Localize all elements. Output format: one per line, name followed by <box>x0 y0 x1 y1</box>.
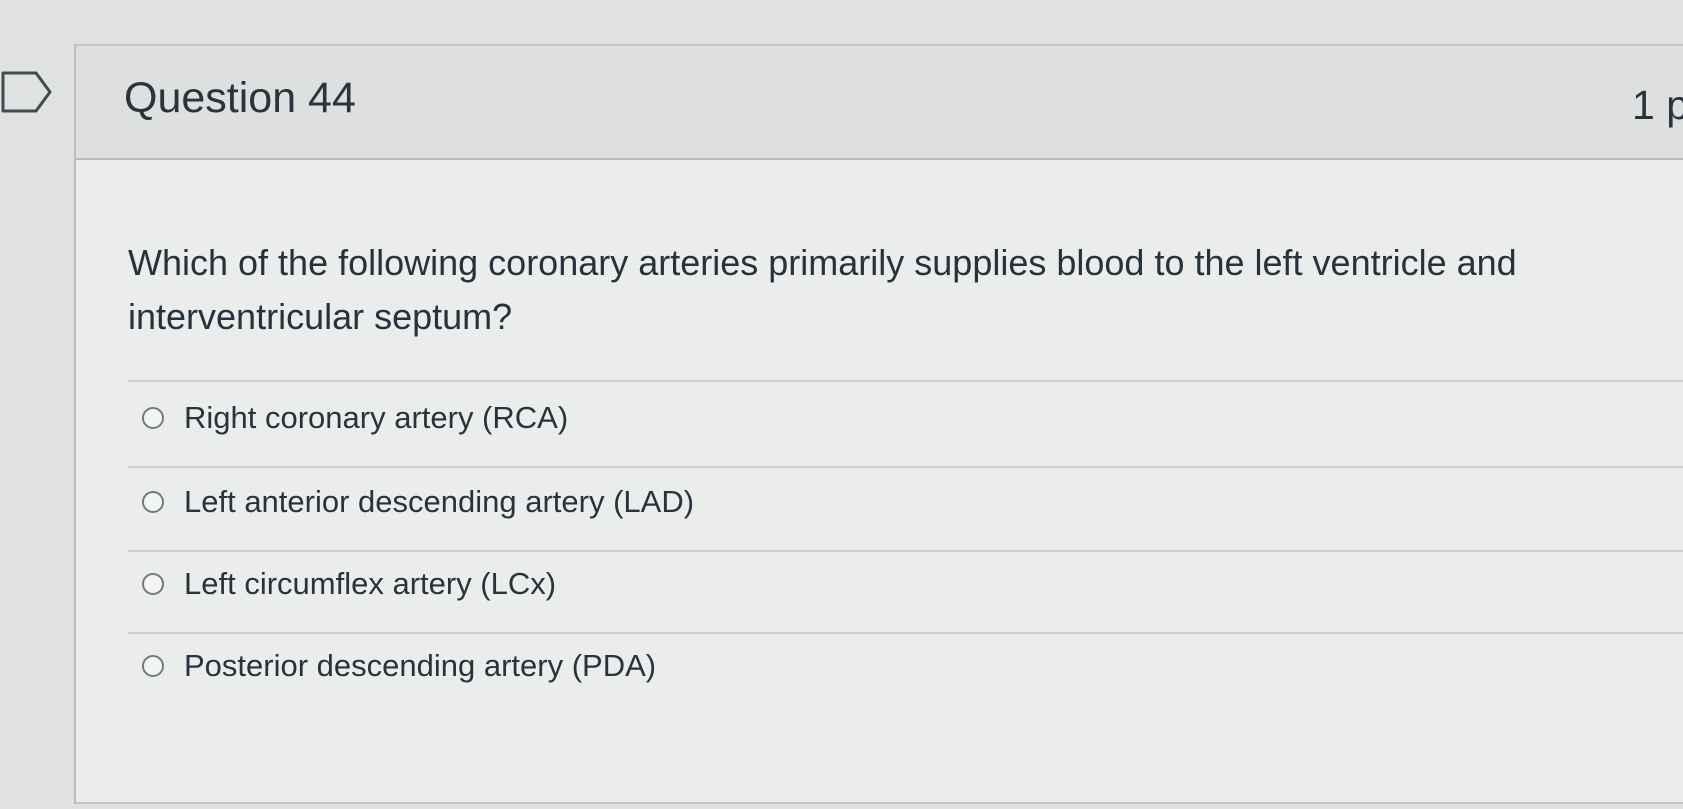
question-title: Question 44 <box>124 74 356 122</box>
answer-label: Left anterior descending artery (LAD) <box>184 484 695 519</box>
radio-button-icon[interactable] <box>142 407 164 429</box>
answer-label: Right coronary artery (RCA) <box>184 400 569 435</box>
radio-button-icon[interactable] <box>142 491 164 513</box>
question-points: 1 p <box>1632 82 1683 128</box>
answer-option[interactable]: Right coronary artery (RCA) <box>142 396 568 440</box>
flag-question-icon[interactable] <box>0 70 56 114</box>
answer-label: Posterior descending artery (PDA) <box>184 648 657 683</box>
answers-divider <box>128 380 1683 382</box>
answer-divider <box>128 632 1683 634</box>
answer-option[interactable]: Left circumflex artery (LCx) <box>142 562 556 606</box>
radio-button-icon[interactable] <box>142 655 164 677</box>
question-header: Question 44 1 p <box>76 46 1683 160</box>
radio-button-icon[interactable] <box>142 573 164 595</box>
question-card: Question 44 1 p Which of the following c… <box>74 44 1683 804</box>
answer-divider <box>128 550 1683 552</box>
answer-label: Left circumflex artery (LCx) <box>184 566 557 601</box>
answer-option[interactable]: Posterior descending artery (PDA) <box>142 644 656 688</box>
question-text: Which of the following coronary arteries… <box>128 242 1517 337</box>
answer-option[interactable]: Left anterior descending artery (LAD) <box>142 480 694 524</box>
answer-divider <box>128 466 1683 468</box>
